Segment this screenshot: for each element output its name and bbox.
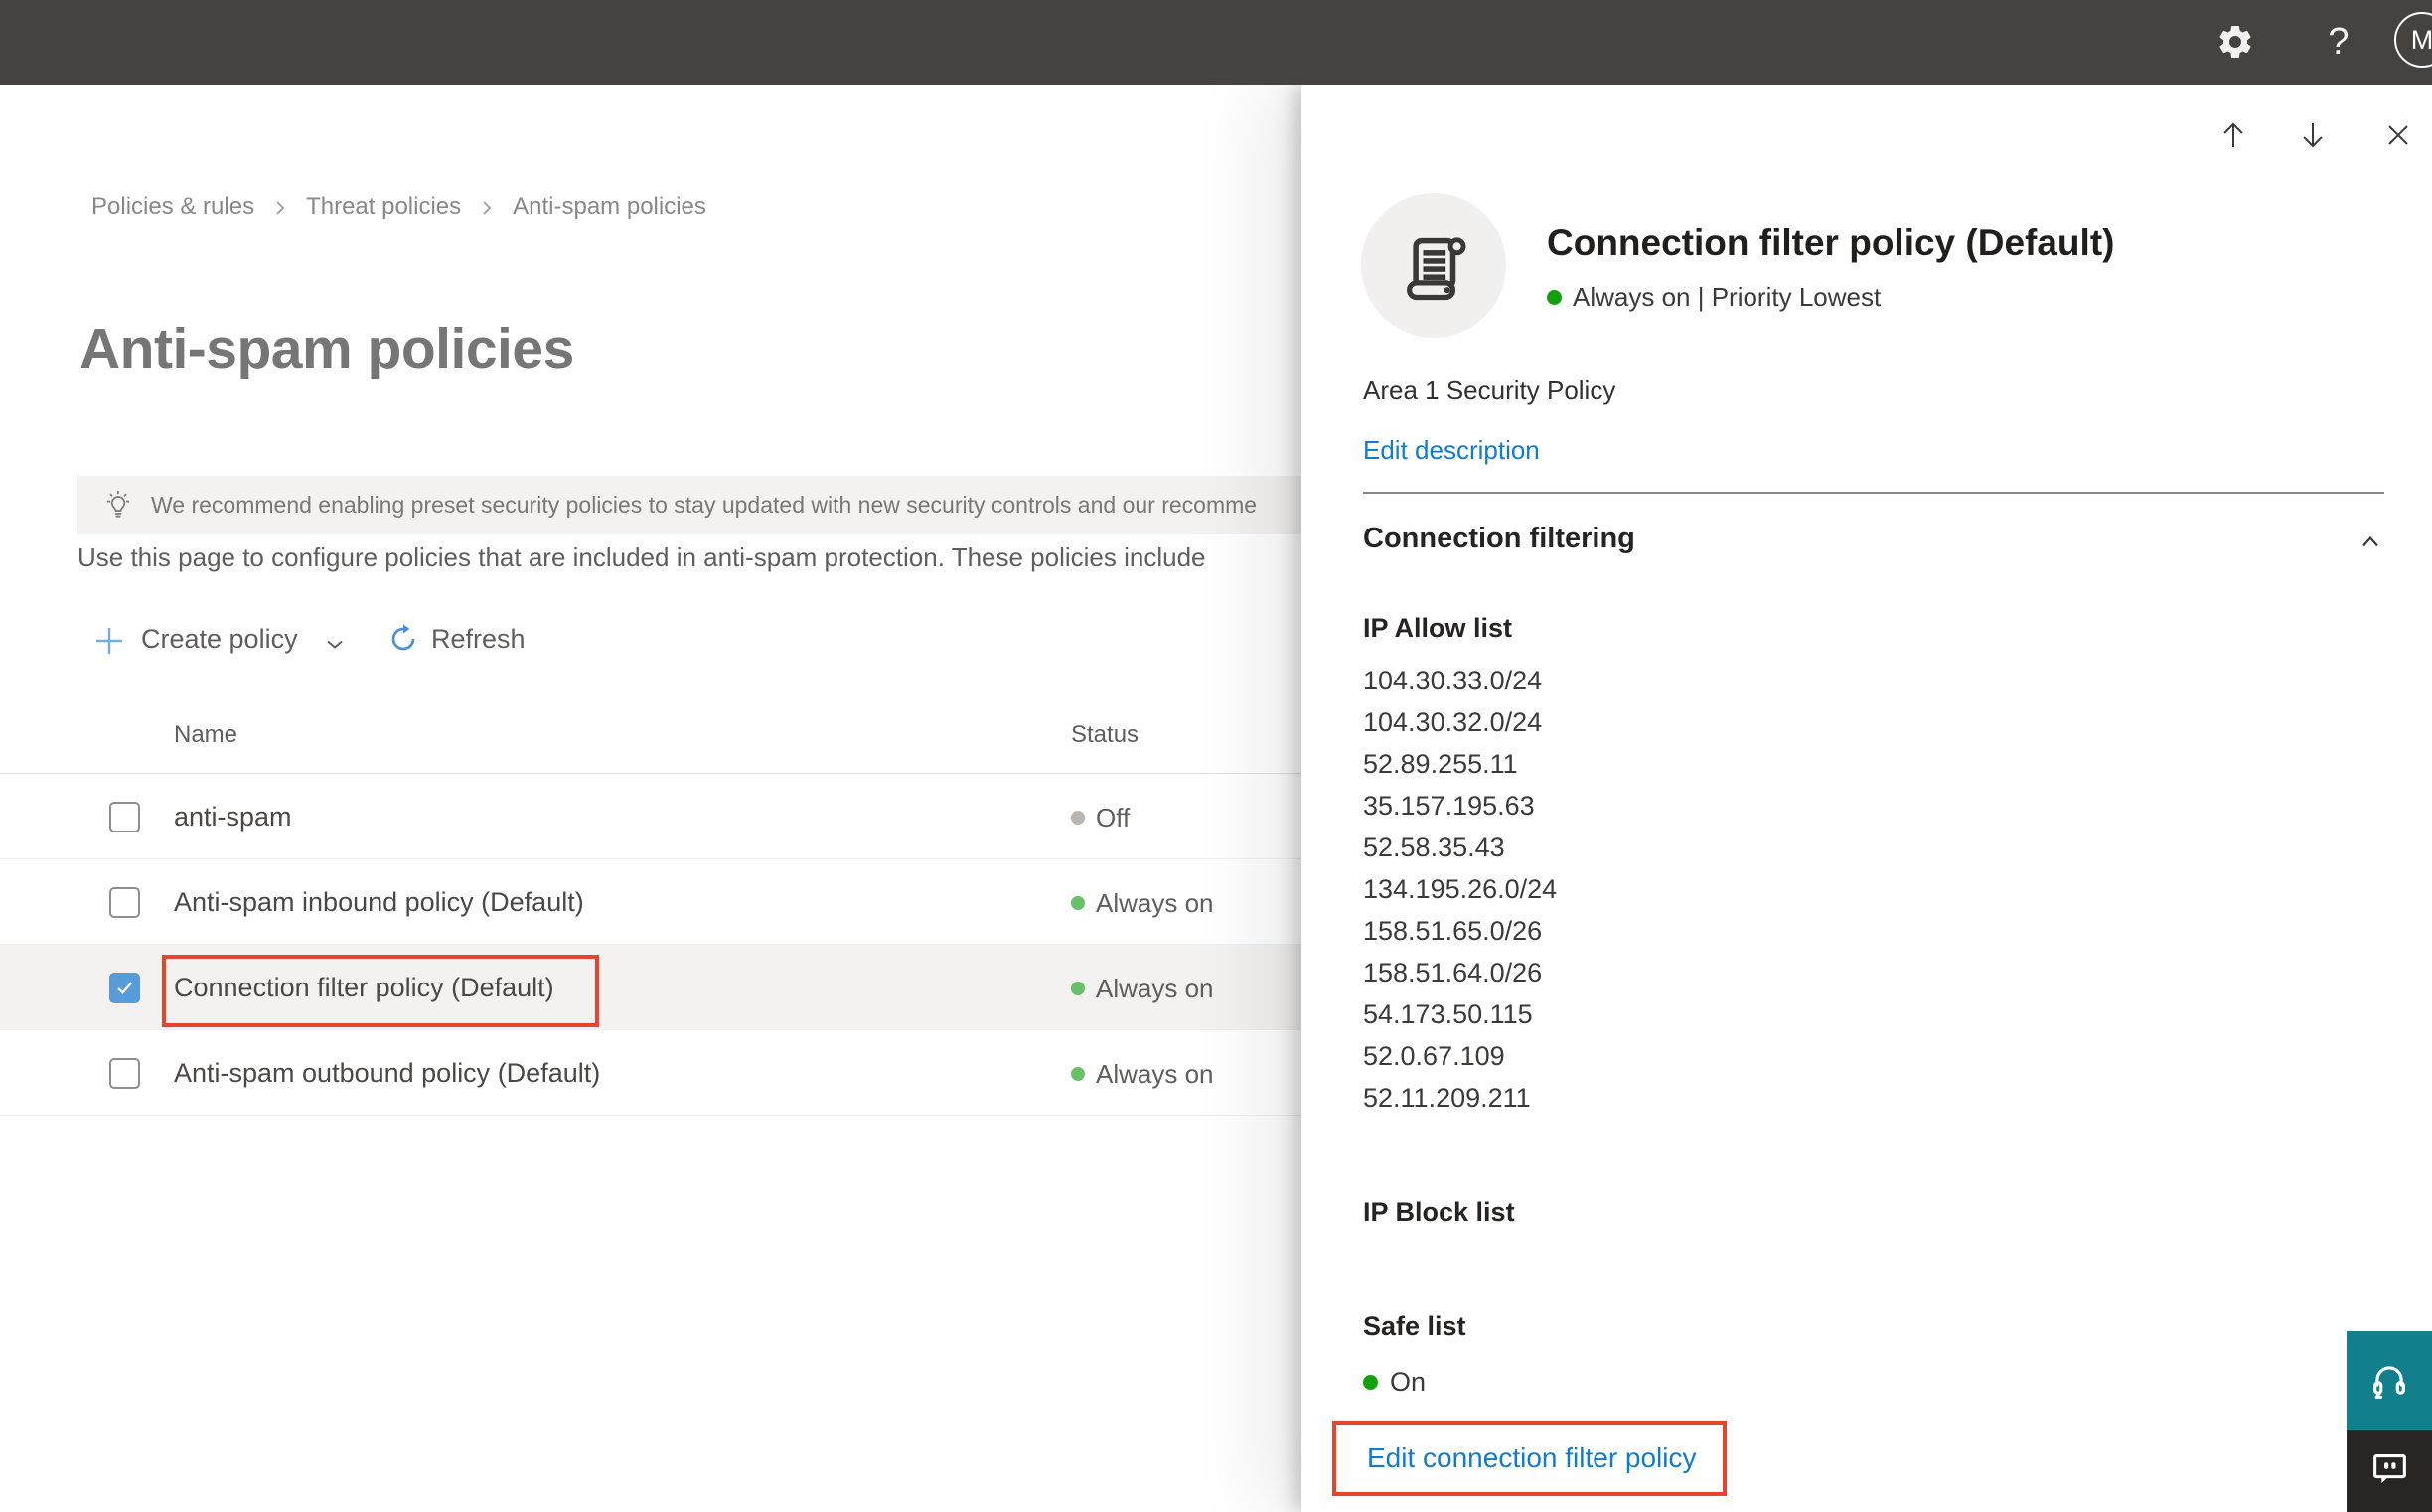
policy-status: Always on — [1096, 974, 1214, 1003]
policy-status: Always on — [1096, 888, 1214, 918]
chat-icon — [2373, 1454, 2406, 1484]
status-dot — [1071, 896, 1085, 910]
ip-entry: 158.51.65.0/26 — [1363, 916, 1543, 946]
refresh-button[interactable]: Refresh — [431, 624, 526, 655]
lightbulb-icon — [101, 489, 135, 528]
settings-gear-icon[interactable] — [2215, 22, 2255, 62]
page-title: Anti-spam policies — [79, 317, 574, 380]
scroll-icon — [1407, 237, 1466, 301]
chevron-down-icon[interactable] — [324, 634, 346, 661]
ip-entry: 104.30.32.0/24 — [1363, 707, 1543, 737]
panel-status-text: Always on | Priority Lowest — [1573, 282, 1882, 312]
status-dot — [1547, 290, 1562, 305]
banner-text: We recommend enabling preset security po… — [151, 492, 1258, 518]
policy-name: Anti-spam outbound policy (Default) — [174, 1058, 601, 1088]
row-checkbox[interactable] — [109, 802, 140, 832]
close-icon[interactable] — [2380, 117, 2416, 158]
policy-name: Connection filter policy (Default) — [174, 973, 554, 1002]
ip-allow-list: 104.30.33.0/24 104.30.32.0/24 52.89.255.… — [1363, 660, 1557, 1119]
breadcrumb-policies-rules[interactable]: Policies & rules — [91, 193, 254, 221]
safe-list-status-text: On — [1390, 1367, 1427, 1397]
ip-entry: 35.157.195.63 — [1363, 791, 1535, 821]
panel-title: Connection filter policy (Default) — [1547, 223, 2115, 263]
ip-entry: 52.0.67.109 — [1363, 1041, 1505, 1071]
chevron-right-icon — [270, 198, 290, 218]
refresh-icon[interactable] — [387, 623, 419, 660]
headset-icon — [2373, 1365, 2405, 1399]
edit-connection-filter-policy-link[interactable]: Edit connection filter policy — [1367, 1442, 1697, 1474]
create-policy-button[interactable]: Create policy — [141, 624, 298, 655]
top-bar: ? M — [0, 0, 2432, 85]
row-checkbox[interactable] — [109, 887, 140, 918]
table-header: Name Status — [0, 681, 1301, 774]
policy-name: Anti-spam inbound policy (Default) — [174, 887, 584, 917]
column-header-name[interactable]: Name — [174, 721, 237, 749]
table-row[interactable]: Anti-spam outbound policy (Default) Alwa… — [0, 1030, 1301, 1116]
arrow-down-icon[interactable] — [2295, 117, 2331, 158]
status-dot — [1071, 1067, 1085, 1081]
breadcrumb: Policies & rules Threat policies Anti-sp… — [91, 193, 706, 221]
column-header-status[interactable]: Status — [1071, 721, 1139, 749]
policy-icon-circle — [1361, 193, 1506, 338]
ip-allow-list-title: IP Allow list — [1363, 613, 1513, 643]
red-highlight-box: Edit connection filter policy — [1332, 1421, 1727, 1496]
status-dot — [1363, 1375, 1378, 1390]
screen: ? M Policies & rules Threat policies Ant… — [0, 0, 2432, 1512]
ip-entry: 52.89.255.11 — [1363, 749, 1518, 779]
details-flyout-panel: Connection filter policy (Default) Alway… — [1301, 85, 2432, 1512]
breadcrumb-anti-spam-policies[interactable]: Anti-spam policies — [513, 193, 706, 221]
page-description: Use this page to configure policies that… — [77, 542, 1206, 572]
check-icon — [117, 982, 133, 994]
chevron-right-icon — [477, 198, 497, 218]
support-button[interactable] — [2347, 1331, 2432, 1430]
ip-block-list-title: IP Block list — [1363, 1197, 1515, 1227]
ip-entry: 158.51.64.0/26 — [1363, 958, 1543, 987]
policy-status: Always on — [1096, 1059, 1214, 1089]
plus-icon[interactable] — [93, 625, 125, 662]
edit-description-link[interactable]: Edit description — [1363, 435, 1540, 466]
toolbar: Create policy Refresh — [0, 614, 1301, 668]
ip-entry: 52.11.209.211 — [1363, 1083, 1531, 1113]
status-dot — [1071, 811, 1085, 825]
policy-name: anti-spam — [174, 802, 292, 832]
ip-entry: 104.30.33.0/24 — [1363, 666, 1543, 695]
row-checkbox[interactable] — [109, 1058, 140, 1089]
policy-description: Area 1 Security Policy — [1363, 376, 1616, 405]
divider — [1363, 492, 2384, 494]
recommendation-banner: We recommend enabling preset security po… — [77, 476, 1301, 534]
table-row[interactable]: anti-spam Off — [0, 774, 1301, 859]
table-row-selected[interactable]: Connection filter policy (Default) Alway… — [0, 945, 1301, 1030]
ip-entry: 52.58.35.43 — [1363, 832, 1505, 862]
arrow-up-icon[interactable] — [2215, 117, 2251, 158]
account-avatar[interactable]: M — [2394, 12, 2432, 68]
feedback-button[interactable] — [2347, 1430, 2432, 1512]
section-title-connection-filtering: Connection filtering — [1363, 523, 1635, 554]
safe-list-status: On — [1363, 1367, 1426, 1398]
panel-status-line: Always on | Priority Lowest — [1547, 282, 1881, 313]
row-checkbox-checked[interactable] — [109, 973, 140, 1003]
policy-status: Off — [1096, 803, 1131, 832]
ip-entry: 54.173.50.115 — [1363, 999, 1533, 1029]
breadcrumb-threat-policies[interactable]: Threat policies — [306, 193, 461, 221]
table-row[interactable]: Anti-spam inbound policy (Default) Alway… — [0, 859, 1301, 945]
help-icon[interactable]: ? — [2319, 18, 2358, 66]
ip-entry: 134.195.26.0/24 — [1363, 874, 1558, 904]
safe-list-title: Safe list — [1363, 1311, 1466, 1341]
status-dot — [1071, 982, 1085, 995]
chevron-up-icon[interactable] — [2356, 529, 2384, 561]
